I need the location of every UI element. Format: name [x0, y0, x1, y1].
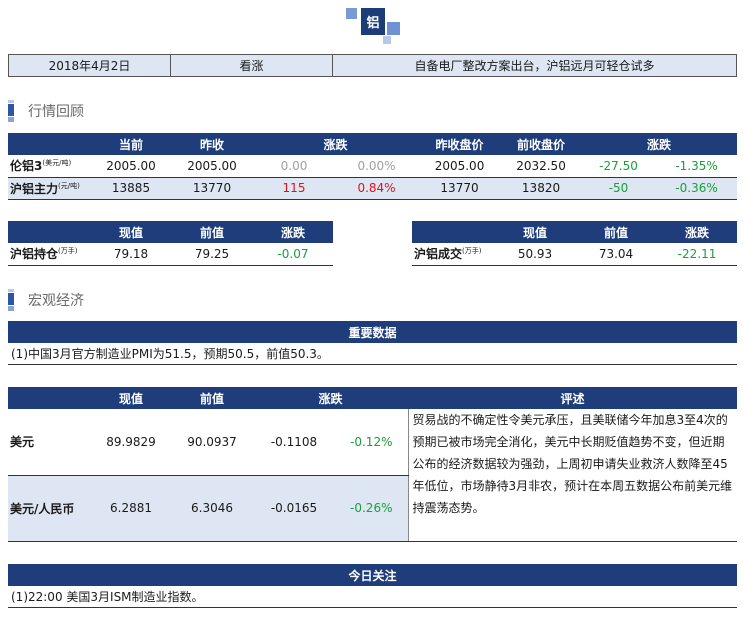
header-cell	[8, 387, 91, 409]
current-value: 13885	[91, 177, 171, 200]
section-macro-label: 宏观经济	[28, 293, 84, 309]
today-focus-title: 今日关注	[8, 564, 737, 586]
price-table: 当前 昨收 涨跌 昨收盘价 前收盘价 涨跌 伦铝3(美元/吨) 2005.00 …	[8, 133, 738, 200]
header-cell	[412, 221, 495, 243]
section-marker-icon	[8, 100, 14, 122]
logo-char: 铝	[361, 8, 385, 35]
change-percent: -0.12%	[335, 409, 409, 476]
header-cell: 当前	[91, 133, 171, 155]
change-value: 115	[253, 177, 335, 200]
close-change-value: -50	[581, 177, 657, 200]
table-header-row: 当前 昨收 涨跌 昨收盘价 前收盘价 涨跌	[8, 133, 738, 155]
table-row: 伦铝3(美元/吨) 2005.00 2005.00 0.00 0.00% 200…	[8, 155, 738, 178]
prev-close-value: 2032.50	[501, 155, 582, 178]
current-value: 6.2881	[91, 475, 171, 542]
aluminum-logo: 铝	[345, 6, 401, 46]
close-change-value: -27.50	[581, 155, 657, 178]
headline-summary: 自备电厂整改方案出台，沪铝远月可轻仓试多	[414, 59, 655, 73]
previous-value: 73.04	[575, 243, 657, 266]
table-row: 沪铝主力(元/吨) 13885 13770 115 0.84% 13770 13…	[8, 177, 738, 200]
header-cell	[8, 221, 91, 243]
section-market-label: 行情回顾	[28, 104, 84, 120]
row-label: 沪铝持仓(万手)	[8, 243, 91, 266]
header-cell: 评述	[408, 387, 738, 409]
table-row: 沪铝成交(万手) 50.93 73.04 -22.11	[412, 243, 737, 266]
header-cell: 涨跌	[253, 133, 419, 155]
section-market-title: 行情回顾	[8, 100, 84, 122]
header-cell: 昨收盘价	[418, 133, 502, 155]
section-marker-icon	[8, 289, 14, 311]
close-change-percent: -0.36%	[656, 177, 738, 200]
change-percent: -0.26%	[335, 475, 409, 542]
header-cell: 涨跌	[657, 221, 737, 243]
row-label: 美元/人民币	[8, 475, 91, 542]
report-date: 2018年4月2日	[9, 55, 171, 76]
header-cell: 现值	[91, 387, 171, 409]
previous-value: 2005.00	[171, 155, 253, 178]
current-value: 79.18	[91, 243, 171, 266]
row-label: 沪铝成交(万手)	[412, 243, 495, 266]
close-change-percent: -1.35%	[656, 155, 738, 178]
header-cell: 现值	[91, 221, 171, 243]
important-data-note: (1)中国3月官方制造业PMI为51.5，预期50.5，前值50.3。	[8, 343, 737, 365]
previous-value: 6.3046	[171, 475, 253, 542]
change-percent: 0.00%	[335, 155, 419, 178]
current-value: 50.93	[495, 243, 575, 266]
previous-value: 13770	[171, 177, 253, 200]
header-cell: 涨跌	[253, 221, 333, 243]
headline-bar: 2018年4月2日 看涨 自备电厂整改方案出台，沪铝远月可轻仓试多	[8, 54, 737, 77]
header-cell: 现值	[495, 221, 575, 243]
position-table: 现值 前值 涨跌 沪铝持仓(万手) 79.18 79.25 -0.07	[8, 221, 333, 266]
table-header-row: 现值 前值 涨跌	[412, 221, 737, 243]
row-label-text: 沪铝持仓	[10, 247, 59, 262]
change-value: -0.0165	[253, 475, 335, 542]
header-cell: 前值	[575, 221, 657, 243]
market-view: 看涨	[171, 55, 333, 76]
current-value: 89.9829	[91, 409, 171, 476]
close-value: 2005.00	[418, 155, 502, 178]
unit-text: (美元/吨)	[42, 159, 72, 168]
change-value: -0.07	[253, 243, 333, 266]
row-label: 伦铝3(美元/吨)	[8, 155, 91, 178]
fx-commentary: 贸易战的不确定性令美元承压，且美联储今年加息3至4次的预期已被市场完全消化，美元…	[407, 409, 738, 542]
table-header-row: 现值 前值 涨跌 评述	[8, 387, 738, 409]
header-cell: 前值	[171, 387, 253, 409]
row-label: 美元	[8, 409, 91, 476]
table-row: 美元 89.9829 90.0937 -0.1108 -0.12% 贸易战的不确…	[8, 409, 738, 542]
unit-text: (元/吨)	[58, 181, 80, 190]
change-value: -0.1108	[253, 409, 335, 476]
header-cell: 昨收	[171, 133, 253, 155]
volume-table: 现值 前值 涨跌 沪铝成交(万手) 50.93 73.04 -22.11	[412, 221, 737, 266]
table-row: 沪铝持仓(万手) 79.18 79.25 -0.07	[8, 243, 333, 266]
header-cell: 涨跌	[253, 387, 409, 409]
row-label: 沪铝主力(元/吨)	[8, 177, 91, 200]
header-cell: 涨跌	[581, 133, 738, 155]
row-label-text: 沪铝主力	[10, 181, 59, 196]
row-label-text: 沪铝成交	[414, 247, 463, 262]
logo-square	[346, 8, 357, 19]
unit-text: (万手)	[462, 247, 482, 256]
previous-value: 79.25	[171, 243, 253, 266]
unit-text: (万手)	[58, 247, 78, 256]
header-cell: 前收盘价	[501, 133, 582, 155]
section-macro-title: 宏观经济	[8, 289, 84, 311]
row-label-text: 伦铝3	[10, 159, 43, 174]
prev-close-value: 13820	[501, 177, 582, 200]
change-percent: 0.84%	[335, 177, 419, 200]
fx-table: 现值 前值 涨跌 评述 美元 89.9829 90.0937 -0.1108 -…	[8, 387, 738, 542]
current-value: 2005.00	[91, 155, 171, 178]
table-header-row: 现值 前值 涨跌	[8, 221, 333, 243]
change-value: -22.11	[657, 243, 737, 266]
change-value: 0.00	[253, 155, 335, 178]
header-cell	[8, 133, 91, 155]
logo-square	[383, 36, 391, 44]
previous-value: 90.0937	[171, 409, 253, 476]
today-focus-note: (1)22:00 美国3月ISM制造业指数。	[8, 586, 737, 608]
important-data-title: 重要数据	[8, 321, 737, 343]
close-value: 13770	[418, 177, 502, 200]
logo-square	[387, 22, 400, 35]
header-cell: 前值	[171, 221, 253, 243]
